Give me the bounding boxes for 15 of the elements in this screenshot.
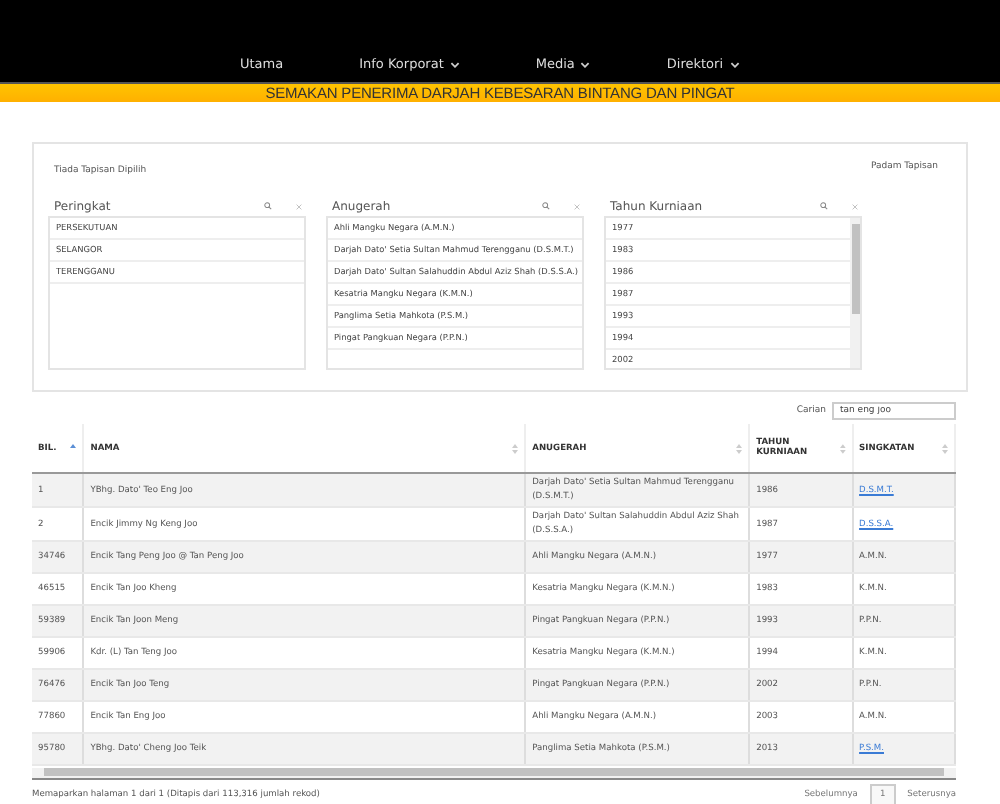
caret-icon <box>580 61 591 67</box>
scrollbar[interactable] <box>850 218 860 368</box>
caret-icon <box>729 61 740 67</box>
close-icon[interactable] <box>852 203 858 209</box>
search-icon[interactable] <box>264 202 272 210</box>
sort-icon[interactable] <box>512 443 519 453</box>
scrollbar[interactable] <box>32 767 956 779</box>
caret-icon <box>449 61 460 67</box>
sort-icon[interactable] <box>942 443 948 453</box>
search-icon[interactable] <box>542 202 550 210</box>
close-icon[interactable] <box>574 203 580 209</box>
sort-icon[interactable] <box>736 443 743 453</box>
sort-icon[interactable] <box>839 443 846 453</box>
search-icon[interactable] <box>820 202 828 210</box>
close-icon[interactable] <box>296 203 302 209</box>
